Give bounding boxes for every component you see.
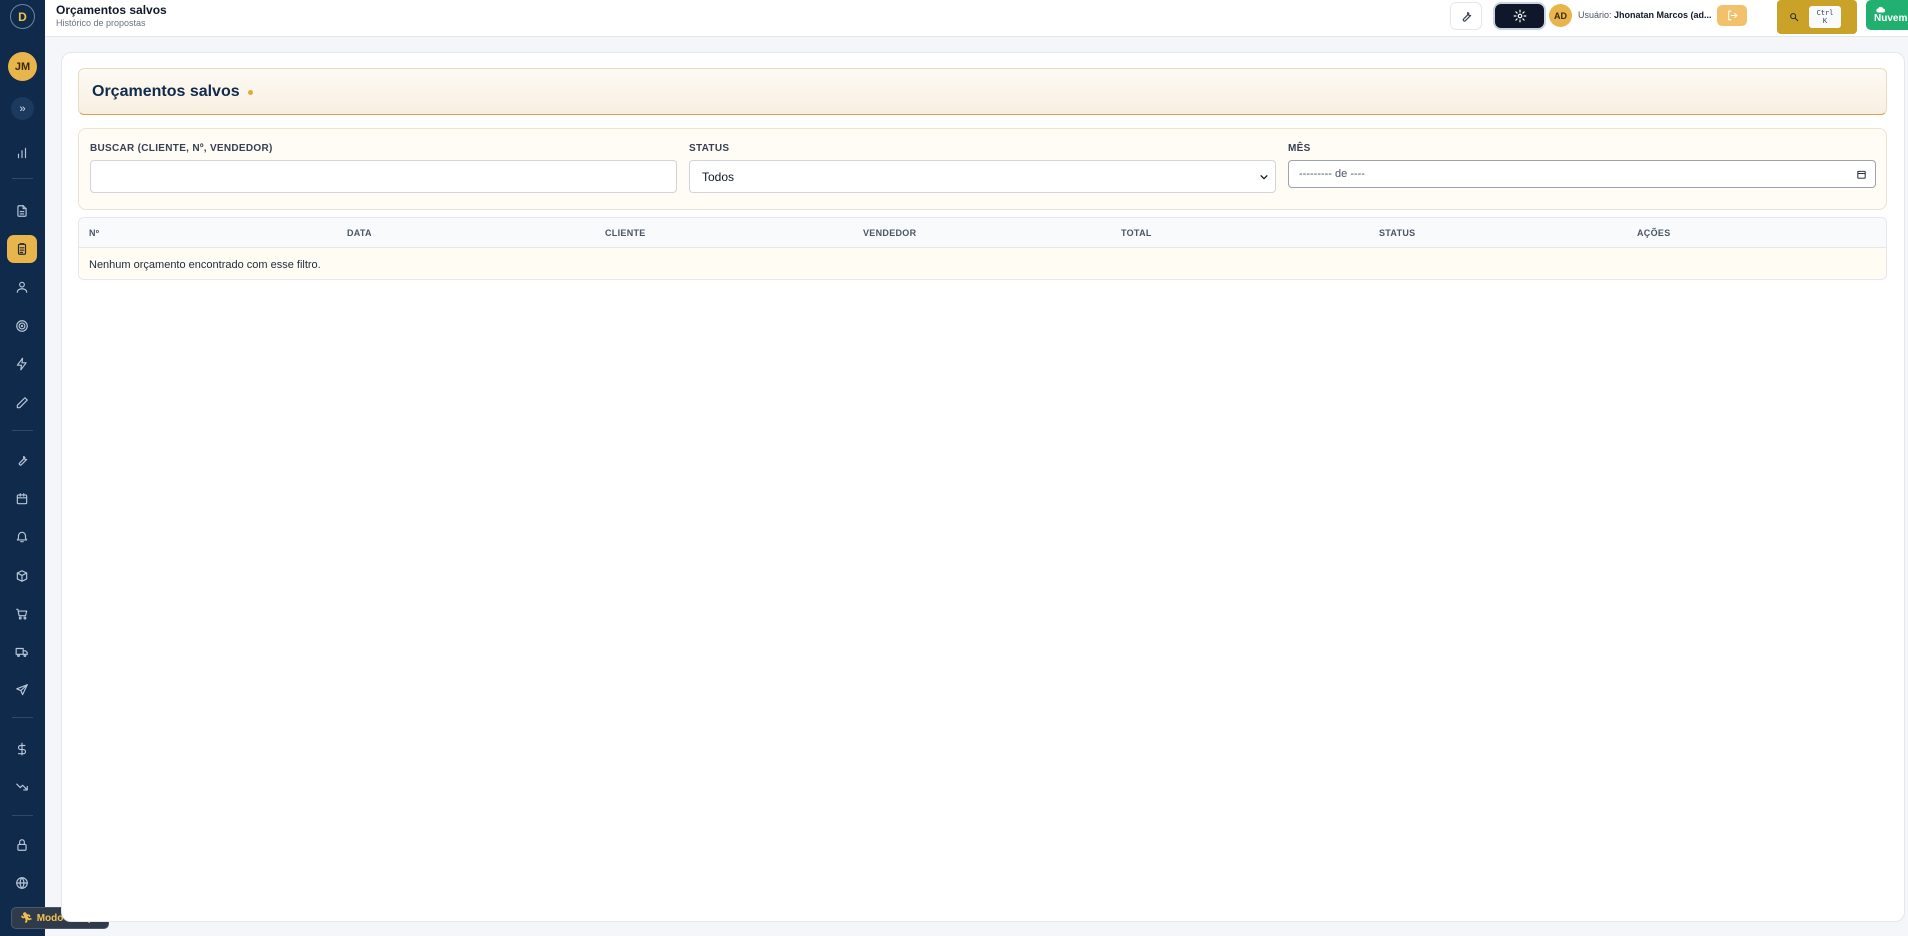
column-header-actions: AÇÕES bbox=[1637, 228, 1671, 238]
sidebar-item-products[interactable] bbox=[7, 562, 37, 590]
status-dot bbox=[247, 90, 253, 95]
sidebar-item-web[interactable] bbox=[7, 869, 37, 897]
page-title-card: Orçamentos salvos bbox=[78, 68, 1887, 115]
sidebar-item-goals[interactable] bbox=[7, 312, 37, 340]
top-header: Orçamentos salvos Histórico de propostas… bbox=[45, 0, 1908, 37]
dollar-icon bbox=[17, 742, 27, 756]
sidebar-item-tools[interactable] bbox=[7, 446, 37, 474]
sidebar-divider bbox=[12, 430, 33, 431]
column-header-date[interactable]: DATA bbox=[347, 228, 372, 238]
bell-icon bbox=[16, 531, 28, 543]
trending-down-icon bbox=[16, 783, 28, 791]
sidebar-expand-button[interactable]: » bbox=[11, 97, 34, 120]
sidebar-item-calendar[interactable] bbox=[7, 485, 37, 513]
kbd-key: K bbox=[1822, 17, 1828, 25]
send-icon bbox=[16, 684, 28, 696]
month-label: MÊS bbox=[1288, 143, 1311, 154]
sidebar-item-documents[interactable] bbox=[7, 197, 37, 225]
pencil-icon bbox=[16, 397, 28, 409]
sidebar-item-dashboard[interactable] bbox=[7, 139, 37, 167]
sidebar-divider bbox=[12, 815, 33, 816]
user-avatar[interactable]: AD bbox=[1549, 4, 1572, 27]
lightning-icon bbox=[16, 357, 27, 371]
month-input[interactable]: --------- de ---- bbox=[1288, 160, 1876, 188]
truck-icon bbox=[15, 647, 28, 657]
column-header-seller[interactable]: VENDEDOR bbox=[863, 228, 916, 238]
column-header-status[interactable]: STATUS bbox=[1379, 228, 1415, 238]
settings-button[interactable] bbox=[1495, 4, 1544, 28]
wrench-icon bbox=[18, 455, 28, 466]
filters-card: BUSCAR (CLIENTE, Nº, VENDEDOR) STATUS To… bbox=[78, 128, 1887, 210]
sidebar-item-security[interactable] bbox=[7, 831, 37, 859]
lock-icon bbox=[17, 839, 27, 851]
sidebar-item-finance[interactable] bbox=[7, 735, 37, 763]
sidebar-avatar[interactable]: JM bbox=[8, 52, 37, 81]
calendar-icon[interactable] bbox=[1856, 169, 1867, 180]
bar-chart-icon bbox=[17, 147, 27, 159]
status-select[interactable]: Todos bbox=[689, 160, 1276, 193]
sidebar-item-quotes[interactable] bbox=[7, 235, 37, 263]
globe-icon bbox=[16, 877, 28, 889]
logout-icon bbox=[1727, 10, 1737, 21]
sidebar-item-automation[interactable] bbox=[7, 350, 37, 378]
status-label: STATUS bbox=[689, 143, 730, 154]
page-title: Orçamentos salvos bbox=[92, 82, 240, 100]
month-input-value: --------- de ---- bbox=[1299, 168, 1365, 180]
cloud-icon bbox=[1876, 6, 1885, 13]
column-header-client[interactable]: CLIENTE bbox=[605, 228, 646, 238]
status-select-value: Todos bbox=[702, 169, 735, 184]
kbd-ctrl: Ctrl bbox=[1816, 9, 1834, 17]
sidebar-item-delivery[interactable] bbox=[7, 638, 37, 666]
column-header-number[interactable]: Nº bbox=[89, 228, 99, 238]
user-info: Usuário: Jhonatan Marcos (ad... bbox=[1578, 10, 1712, 20]
wrench-icon bbox=[1462, 11, 1472, 22]
search-icon bbox=[1790, 13, 1799, 22]
sidebar-item-clients[interactable] bbox=[7, 273, 37, 301]
sidebar-divider bbox=[12, 178, 33, 179]
sidebar: D JM » bbox=[0, 0, 45, 936]
user-prefix: Usuário: bbox=[1578, 10, 1612, 20]
search-label: BUSCAR (CLIENTE, Nº, VENDEDOR) bbox=[90, 143, 273, 154]
app-logo[interactable]: D bbox=[10, 4, 35, 29]
table-header: Nº DATA CLIENTE VENDEDOR TOTAL STATUS AÇ… bbox=[79, 218, 1886, 248]
header-title: Orçamentos salvos bbox=[56, 3, 167, 17]
header-subtitle: Histórico de propostas bbox=[56, 18, 146, 28]
sidebar-item-reports[interactable] bbox=[7, 773, 37, 801]
chevron-down-icon bbox=[1260, 174, 1268, 179]
empty-state-row: Nenhum orçamento encontrado com esse fil… bbox=[79, 248, 1886, 279]
sidebar-item-edit[interactable] bbox=[7, 389, 37, 417]
user-icon bbox=[16, 281, 28, 293]
document-icon bbox=[17, 205, 27, 217]
clipboard-icon bbox=[17, 243, 27, 255]
quotes-table: Nº DATA CLIENTE VENDEDOR TOTAL STATUS AÇ… bbox=[78, 217, 1887, 280]
box-icon bbox=[16, 570, 28, 582]
command-search-button[interactable]: Ctrl K bbox=[1777, 0, 1857, 34]
sidebar-item-sales[interactable] bbox=[7, 600, 37, 628]
logout-button[interactable] bbox=[1717, 5, 1747, 26]
search-input[interactable] bbox=[90, 160, 677, 193]
target-icon bbox=[16, 320, 28, 332]
cloud-sync-button[interactable]: Nuvem bbox=[1866, 0, 1908, 30]
cloud-label: Nuvem bbox=[1874, 13, 1908, 24]
user-name: Jhonatan Marcos (ad... bbox=[1614, 10, 1712, 20]
tools-button[interactable] bbox=[1450, 2, 1482, 30]
sidebar-item-alerts[interactable] bbox=[7, 523, 37, 551]
sidebar-divider bbox=[12, 717, 33, 718]
column-header-total[interactable]: TOTAL bbox=[1121, 228, 1152, 238]
gear-icon bbox=[1513, 9, 1526, 23]
keyboard-shortcut-hint: Ctrl K bbox=[1809, 6, 1841, 28]
sidebar-item-send[interactable] bbox=[7, 676, 37, 704]
walking-person-icon: 🏃︎ bbox=[20, 912, 33, 924]
cart-icon bbox=[16, 608, 28, 620]
calendar-icon bbox=[16, 493, 28, 505]
